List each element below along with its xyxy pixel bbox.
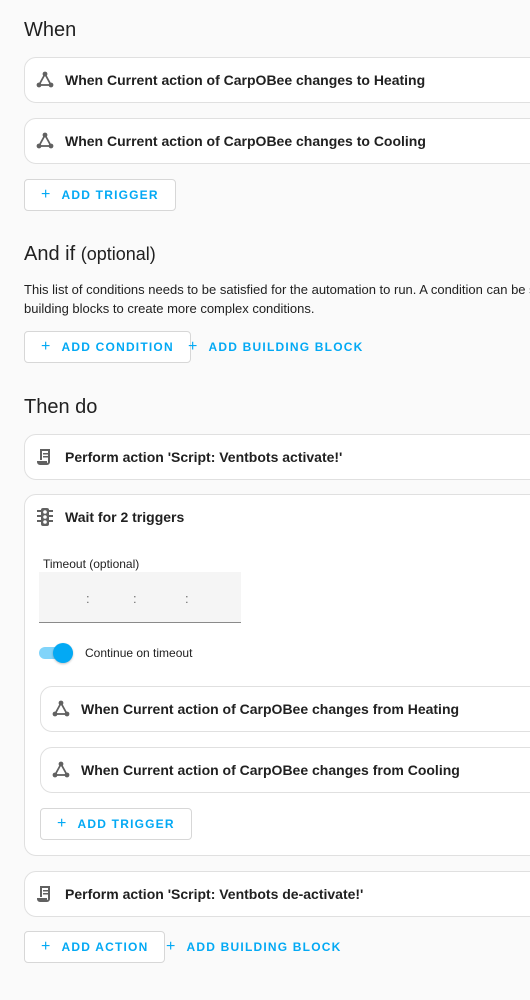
wait-for-trigger-card[interactable]: Wait for 2 triggers bbox=[24, 494, 530, 856]
add-condition-button[interactable]: + ADD CONDITION bbox=[24, 331, 191, 363]
plus-icon: + bbox=[41, 186, 52, 203]
trigger-graph-icon bbox=[51, 699, 71, 719]
timeout-separator: : bbox=[86, 591, 90, 606]
add-building-block-label: ADD BUILDING BLOCK bbox=[186, 940, 342, 954]
trigger-card[interactable]: When Current action of CarpOBee changes … bbox=[24, 57, 530, 103]
trigger-graph-icon bbox=[35, 70, 55, 90]
timeout-input[interactable]: : : : bbox=[39, 572, 241, 623]
optional-label: (optional) bbox=[80, 244, 156, 264]
add-building-block-button[interactable]: + ADD BUILDING BLOCK bbox=[150, 931, 357, 963]
trigger-label: When Current action of CarpOBee changes … bbox=[81, 762, 460, 778]
trigger-graph-icon bbox=[35, 131, 55, 151]
add-trigger-label: ADD TRIGGER bbox=[61, 188, 159, 202]
script-scroll-icon bbox=[35, 884, 55, 904]
action-card[interactable]: Perform action 'Script: Ventbots de-acti… bbox=[24, 871, 530, 917]
conditions-description: This list of conditions needs to be sati… bbox=[24, 280, 530, 318]
add-action-button[interactable]: + ADD ACTION bbox=[24, 931, 166, 963]
wait-trigger-card[interactable]: When Current action of CarpOBee changes … bbox=[40, 747, 530, 793]
plus-icon: + bbox=[188, 338, 199, 355]
add-building-block-label: ADD BUILDING BLOCK bbox=[208, 340, 364, 354]
and-if-section-title: And if (optional) bbox=[24, 243, 156, 266]
continue-on-timeout-label: Continue on timeout bbox=[85, 646, 193, 660]
wait-trigger-card[interactable]: When Current action of CarpOBee changes … bbox=[40, 686, 530, 732]
timeout-separator: : bbox=[133, 591, 137, 606]
action-label: Perform action 'Script: Ventbots de-acti… bbox=[65, 886, 364, 902]
description-line: This list of conditions needs to be sati… bbox=[24, 282, 530, 297]
trigger-card[interactable]: When Current action of CarpOBee changes … bbox=[24, 118, 530, 164]
add-trigger-button[interactable]: + ADD TRIGGER bbox=[24, 179, 176, 211]
add-trigger-button[interactable]: + ADD TRIGGER bbox=[40, 808, 192, 840]
toggle-thumb bbox=[53, 643, 73, 663]
plus-icon: + bbox=[41, 338, 52, 355]
add-action-label: ADD ACTION bbox=[61, 940, 149, 954]
action-label: Perform action 'Script: Ventbots activat… bbox=[65, 449, 343, 465]
traffic-light-icon bbox=[35, 507, 55, 527]
timeout-label: Timeout (optional) bbox=[43, 557, 140, 571]
timeout-separator: : bbox=[185, 591, 189, 606]
add-condition-label: ADD CONDITION bbox=[61, 340, 174, 354]
when-section-title: When bbox=[24, 19, 77, 41]
trigger-graph-icon bbox=[51, 760, 71, 780]
wait-title: Wait for 2 triggers bbox=[65, 509, 185, 525]
plus-icon: + bbox=[41, 938, 52, 955]
and-if-title: And if bbox=[24, 243, 76, 265]
continue-on-timeout-toggle[interactable] bbox=[39, 643, 73, 663]
trigger-label: When Current action of CarpOBee changes … bbox=[81, 701, 460, 717]
add-building-block-button[interactable]: + ADD BUILDING BLOCK bbox=[172, 331, 379, 363]
trigger-label: When Current action of CarpOBee changes … bbox=[65, 72, 426, 88]
add-trigger-label: ADD TRIGGER bbox=[77, 817, 175, 831]
plus-icon: + bbox=[57, 815, 68, 832]
description-line: building blocks to create more complex c… bbox=[24, 301, 315, 316]
then-do-section-title: Then do bbox=[24, 396, 98, 418]
action-card[interactable]: Perform action 'Script: Ventbots activat… bbox=[24, 434, 530, 480]
script-scroll-icon bbox=[35, 447, 55, 467]
plus-icon: + bbox=[166, 938, 177, 955]
trigger-label: When Current action of CarpOBee changes … bbox=[65, 133, 426, 149]
